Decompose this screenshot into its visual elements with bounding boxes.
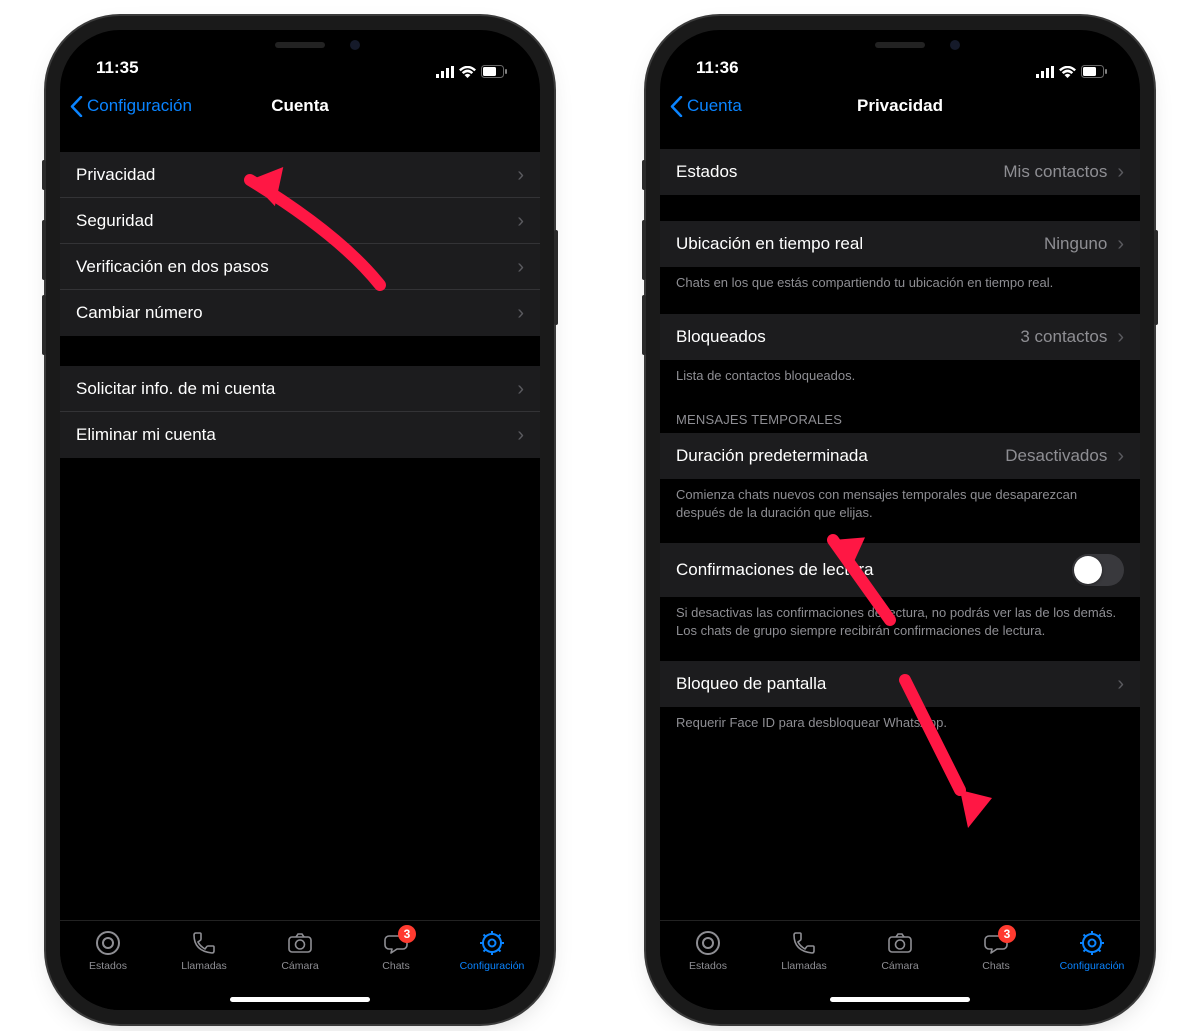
tab-chats[interactable]: 3 Chats [356, 929, 436, 972]
status-indicators [436, 65, 508, 78]
volume-down [42, 295, 46, 355]
header-mensajes-temporales: MENSAJES TEMPORALES [660, 406, 1140, 433]
cellular-icon [1036, 66, 1054, 78]
content: Privacidad› Seguridad› Verificación en d… [60, 132, 540, 920]
power-button [1154, 230, 1158, 325]
status-time: 11:35 [96, 58, 139, 78]
tab-camara[interactable]: Cámara [260, 929, 340, 972]
footer-bloqueo: Requerir Face ID para desbloquear WhatsA… [660, 707, 1140, 732]
mute-switch [42, 160, 46, 190]
home-indicator[interactable] [830, 997, 970, 1002]
home-indicator[interactable] [230, 997, 370, 1002]
footer-lectura: Si desactivas las confirmaciones de lect… [660, 597, 1140, 639]
volume-down [642, 295, 646, 355]
chevron-right-icon: › [1117, 674, 1124, 694]
tab-estados[interactable]: Estados [68, 929, 148, 972]
phone-icon [190, 929, 218, 957]
volume-up [42, 220, 46, 280]
camera-icon [286, 929, 314, 957]
row-seguridad[interactable]: Seguridad› [60, 198, 540, 244]
tab-camara[interactable]: Cámara [860, 929, 940, 972]
chevron-right-icon: › [517, 379, 524, 399]
mute-switch [642, 160, 646, 190]
back-label: Configuración [87, 96, 192, 116]
tab-llamadas[interactable]: Llamadas [764, 929, 844, 972]
chevron-right-icon: › [517, 211, 524, 231]
back-button[interactable]: Cuenta [670, 96, 742, 117]
footer-ubicacion: Chats en los que estás compartiendo tu u… [660, 267, 1140, 292]
gear-icon [478, 929, 506, 957]
cellular-icon [436, 66, 454, 78]
notch [200, 30, 400, 60]
read-receipts-toggle[interactable] [1072, 554, 1124, 586]
row-bloqueo-pantalla[interactable]: Bloqueo de pantalla › [660, 661, 1140, 707]
row-privacidad[interactable]: Privacidad› [60, 152, 540, 198]
status-icon [694, 929, 722, 957]
status-time: 11:36 [696, 58, 739, 78]
gear-icon [1078, 929, 1106, 957]
chevron-right-icon: › [1117, 446, 1124, 466]
notch [800, 30, 1000, 60]
chevron-right-icon: › [1117, 234, 1124, 254]
tab-configuracion[interactable]: Configuración [452, 929, 532, 972]
phone-left: 11:35 Configuración Cuenta Privacidad› S… [60, 30, 540, 1010]
wifi-icon [459, 66, 476, 78]
chevron-right-icon: › [517, 165, 524, 185]
row-eliminar-cuenta[interactable]: Eliminar mi cuenta› [60, 412, 540, 458]
tab-estados[interactable]: Estados [668, 929, 748, 972]
camera-icon [886, 929, 914, 957]
footer-duracion: Comienza chats nuevos con mensajes tempo… [660, 479, 1140, 521]
page-title: Privacidad [857, 96, 943, 116]
chats-badge: 3 [998, 925, 1016, 943]
wifi-icon [1059, 66, 1076, 78]
tab-configuracion[interactable]: Configuración [1052, 929, 1132, 972]
status-indicators [1036, 65, 1108, 78]
chevron-right-icon: › [517, 425, 524, 445]
row-estados[interactable]: Estados Mis contactos › [660, 149, 1140, 195]
content: Estados Mis contactos › Ubicación en tie… [660, 131, 1140, 920]
row-cambiar-numero[interactable]: Cambiar número› [60, 290, 540, 336]
page-title: Cuenta [271, 96, 329, 116]
back-label: Cuenta [687, 96, 742, 116]
chevron-right-icon: › [517, 257, 524, 277]
power-button [554, 230, 558, 325]
battery-icon [481, 65, 508, 78]
phone-right: 11:36 Cuenta Privacidad Estados Mis cont… [660, 30, 1140, 1010]
row-ubicacion[interactable]: Ubicación en tiempo real Ninguno › [660, 221, 1140, 267]
tab-chats[interactable]: 3 Chats [956, 929, 1036, 972]
back-button[interactable]: Configuración [70, 96, 192, 117]
volume-up [642, 220, 646, 280]
chevron-right-icon: › [1117, 327, 1124, 347]
chats-badge: 3 [398, 925, 416, 943]
status-icon [94, 929, 122, 957]
chevron-right-icon: › [1117, 162, 1124, 182]
phone-icon [790, 929, 818, 957]
row-verificacion[interactable]: Verificación en dos pasos› [60, 244, 540, 290]
row-solicitar-info[interactable]: Solicitar info. de mi cuenta› [60, 366, 540, 412]
nav-bar: Cuenta Privacidad [660, 80, 1140, 132]
footer-bloqueados: Lista de contactos bloqueados. [660, 360, 1140, 385]
row-confirmaciones-lectura[interactable]: Confirmaciones de lectura [660, 543, 1140, 597]
row-duracion[interactable]: Duración predeterminada Desactivados › [660, 433, 1140, 479]
chevron-right-icon: › [517, 303, 524, 323]
row-bloqueados[interactable]: Bloqueados 3 contactos › [660, 314, 1140, 360]
chevron-left-icon [670, 96, 683, 117]
battery-icon [1081, 65, 1108, 78]
tab-llamadas[interactable]: Llamadas [164, 929, 244, 972]
chevron-left-icon [70, 96, 83, 117]
nav-bar: Configuración Cuenta [60, 80, 540, 132]
